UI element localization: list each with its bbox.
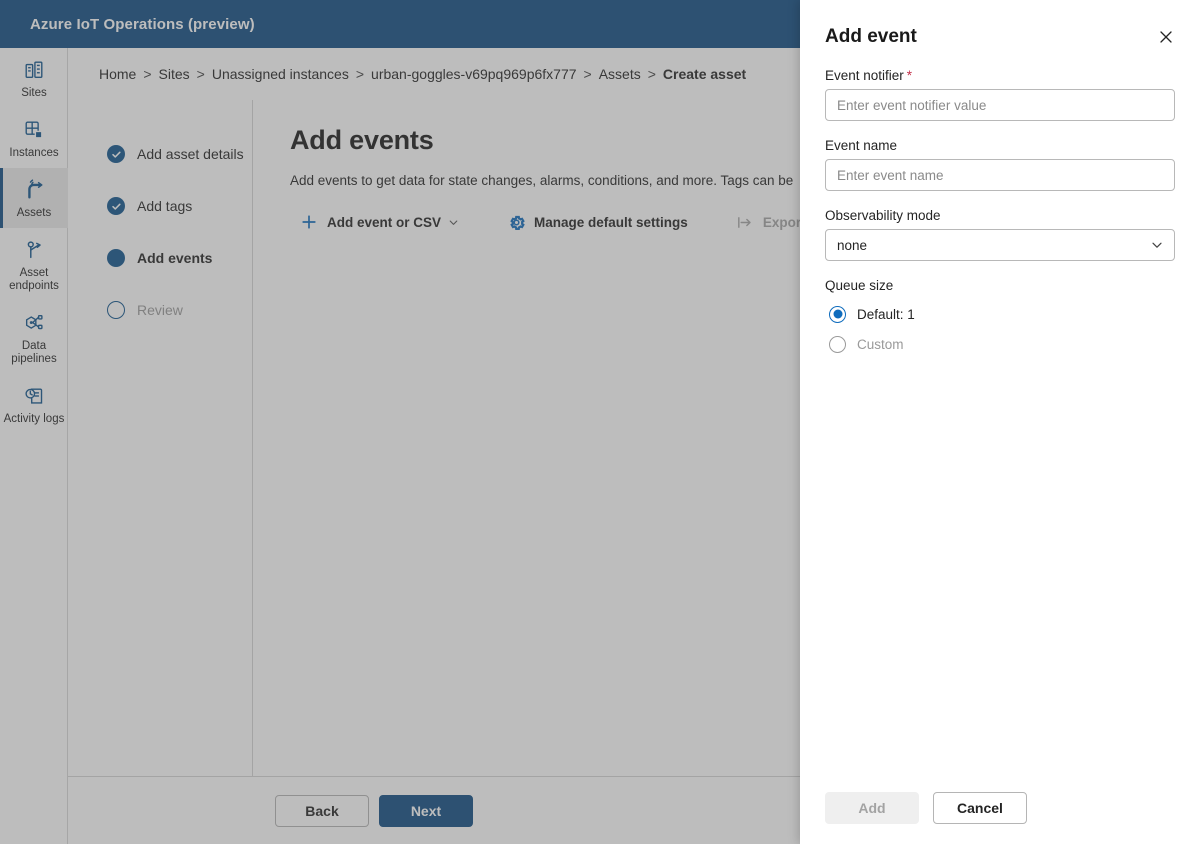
sidebar-item-label: Instances [9,147,59,159]
close-icon[interactable] [1150,21,1182,53]
required-asterisk: * [906,68,913,83]
empty-circle-icon [107,301,125,319]
wizard-step-label: Add tags [137,198,193,214]
queue-size-radio-group: Default: 1 Custom [825,299,1175,359]
application-background: Azure IoT Operations (preview) Sites Ins… [0,0,800,844]
event-notifier-field-group: Event notifier * [825,68,1175,121]
next-button[interactable]: Next [379,794,473,827]
wizard-step-add-events[interactable]: Add events [68,232,252,284]
grid-square-icon [22,118,46,142]
sidebar-item-asset-endpoints[interactable]: Asset endpoints [0,228,68,301]
queue-size-option-custom[interactable]: Custom [829,329,1175,359]
wizard-step-review[interactable]: Review [68,284,252,336]
event-notifier-label: Event notifier * [825,68,1175,83]
add-button: Add [825,792,919,824]
breadcrumb-separator: > [355,66,365,82]
plus-icon [300,213,318,231]
page-title: Add events [290,125,434,155]
main-content: Add events Add events to get data for st… [253,100,800,776]
observability-mode-label: Observability mode [825,208,941,223]
filled-circle-icon [107,249,125,267]
activity-log-icon [22,384,46,408]
sidebar-item-activity-logs[interactable]: Activity logs [0,374,68,434]
breadcrumb-item-instance[interactable]: urban-goggles-v69pq969p6fx777 [371,66,577,82]
breadcrumb-separator: > [583,66,592,82]
page-description: Add events to get data for state changes… [290,173,794,188]
cancel-button[interactable]: Cancel [933,792,1027,824]
export-icon [736,213,754,231]
event-notifier-input[interactable] [825,89,1175,121]
breadcrumb-separator: > [143,66,152,82]
wizard-step-add-asset-details[interactable]: Add asset details [68,128,252,180]
wizard-step-label: Add events [137,250,213,266]
event-name-field-group: Event name [825,138,1175,191]
sidebar-item-instances[interactable]: Instances [0,108,68,168]
breadcrumb-item-unassigned-instances[interactable]: Unassigned instances [212,66,349,82]
wizard-steps: Add asset details Add tags Add events Re… [68,100,253,776]
export-all-button: Export all [726,206,800,238]
observability-mode-select-wrap: none [825,229,1175,261]
back-button[interactable]: Back [275,794,369,827]
gear-icon [507,213,525,231]
buildings-icon [22,58,46,82]
breadcrumb-item-assets[interactable]: Assets [599,66,641,82]
add-event-panel: Add event Event notifier* Event name Obs… [800,0,1200,844]
observability-mode-value: none [837,237,868,253]
export-all-label: Export all [762,214,800,230]
queue-size-option-label: Custom [857,336,904,352]
title-bar: Azure IoT Operations (preview) [0,0,800,48]
panel-body: Event notifier* Event name Observability… [800,56,1200,359]
command-bar: Add event or CSV Manage default settings… [290,206,800,238]
radio-unselected-icon [829,335,846,353]
sidebar-item-label: Assets [16,207,52,219]
sidebar-item-label: Sites [21,87,47,99]
sidebar-item-label: Activity logs [3,413,65,425]
check-circle-icon [107,197,125,215]
wizard-step-label: Add asset details [137,146,244,162]
add-event-or-csv-label: Add event or CSV [327,214,442,230]
queue-size-option-default[interactable]: Default: 1 [829,299,1175,329]
panel-title: Add event [825,26,917,47]
asset-valve-icon [22,178,46,202]
wizard-step-add-tags[interactable]: Add tags [68,180,252,232]
queue-size-field-group: Queue size Default: 1 Custom [825,278,1175,359]
breadcrumb: Home > Sites > Unassigned instances > ur… [68,48,800,100]
app-title: Azure IoT Operations (preview) [30,15,255,33]
manage-default-settings-label: Manage default settings [534,214,688,230]
manage-default-settings-button[interactable]: Manage default settings [497,206,698,238]
chevron-down-icon [448,217,459,228]
event-name-label: Event name [825,138,898,153]
sidebar-item-data-pipelines[interactable]: Data pipelines [0,301,68,374]
sidebar-item-label: Asset endpoints [9,267,59,292]
breadcrumb-item-create-asset: Create asset [662,66,747,82]
event-name-input[interactable] [825,159,1175,191]
queue-size-label: Queue size [825,278,894,293]
check-circle-icon [107,145,125,163]
breadcrumb-separator: > [647,66,656,82]
add-event-or-csv-button[interactable]: Add event or CSV [290,206,469,238]
observability-mode-select[interactable]: none [825,229,1175,261]
breadcrumb-item-home[interactable]: Home [99,66,136,82]
data-pipeline-icon [22,311,46,335]
queue-size-option-label: Default: 1 [857,306,915,322]
panel-footer: Add Cancel [800,792,1200,844]
panel-header: Add event [800,0,1200,56]
sidebar-item-label: Data pipelines [11,340,57,365]
sidebar-nav: Sites Instances Assets Asset endpoints D… [0,48,68,844]
breadcrumb-item-sites[interactable]: Sites [159,66,190,82]
breadcrumb-separator: > [196,66,205,82]
wizard-footer: Back Next [68,776,800,844]
observability-mode-field-group: Observability mode none [825,208,1175,261]
event-notifier-label-text: Event notifier [825,68,904,83]
wizard-step-label: Review [137,302,183,318]
radio-selected-icon [829,305,846,323]
sidebar-item-sites[interactable]: Sites [0,48,68,108]
asset-endpoint-icon [22,238,46,262]
sidebar-item-assets[interactable]: Assets [0,168,68,228]
